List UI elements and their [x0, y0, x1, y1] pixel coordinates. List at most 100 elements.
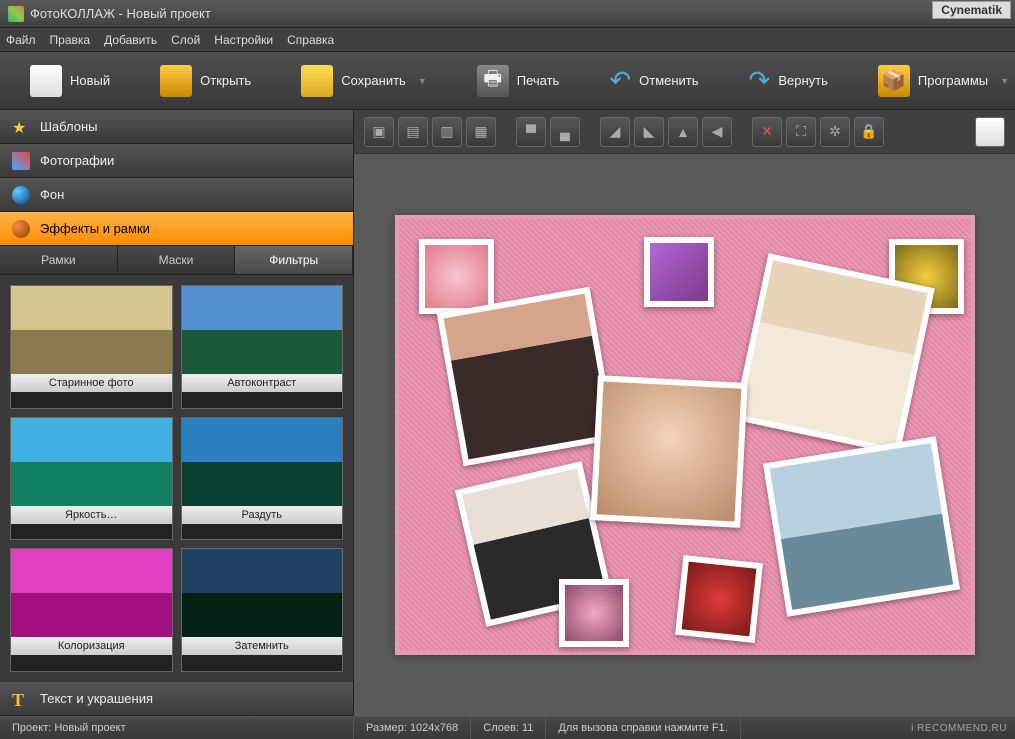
filter-preview — [11, 418, 172, 506]
new-button[interactable]: Новый — [30, 65, 110, 97]
status-size: Размер: 1024x768 — [354, 717, 471, 739]
print-button[interactable]: 🖶 Печать — [477, 65, 560, 97]
folder-open-icon — [160, 65, 192, 97]
layers-label: Слоев: — [483, 722, 519, 734]
filter-colorize[interactable]: Колоризация — [10, 548, 173, 672]
photo-icon — [12, 152, 30, 170]
filter-label: Яркость… — [11, 506, 172, 524]
site-watermark: i RECOMMEND.RU — [903, 723, 1015, 734]
filter-darken[interactable]: Затемнить — [181, 548, 344, 672]
star-icon: ★ — [12, 118, 30, 136]
effect-tabs: Рамки Маски Фильтры — [0, 246, 353, 275]
filter-label: Колоризация — [11, 637, 172, 655]
filter-old-photo[interactable]: Старинное фото — [10, 285, 173, 409]
tab-filters[interactable]: Фильтры — [235, 246, 353, 274]
collage-canvas[interactable] — [395, 215, 975, 655]
align-top-button[interactable]: ▀ — [516, 117, 546, 147]
collage-photo[interactable] — [419, 239, 494, 314]
filter-brightness[interactable]: Яркость… — [10, 417, 173, 541]
background-label: Фон — [40, 187, 64, 202]
tab-masks[interactable]: Маски — [118, 246, 236, 274]
chevron-down-icon: ▼ — [1000, 76, 1009, 86]
blank-button[interactable] — [975, 117, 1005, 147]
sidebar-item-photos[interactable]: Фотографии — [0, 144, 353, 178]
open-label: Открыть — [200, 73, 251, 88]
titlebar: ФотоКОЛЛАЖ - Новый проект Cynematik — [0, 0, 1015, 28]
crop-button[interactable]: ⛶ — [786, 117, 816, 147]
send-backward-button[interactable]: ▥ — [432, 117, 462, 147]
new-file-icon — [30, 65, 62, 97]
programs-button[interactable]: 📦 Программы ▼ — [878, 65, 1009, 97]
menu-layer[interactable]: Слой — [171, 33, 200, 47]
menu-add[interactable]: Добавить — [104, 33, 157, 47]
collage-photo[interactable] — [762, 436, 959, 616]
canvas-viewport[interactable] — [354, 154, 1015, 716]
lock-button[interactable]: 🔒 — [854, 117, 884, 147]
collage-photo[interactable] — [590, 375, 747, 528]
flip-v-button[interactable]: ◀ — [702, 117, 732, 147]
app-icon — [8, 6, 24, 22]
text-icon: T — [12, 690, 30, 708]
layers-value: 11 — [522, 722, 533, 734]
globe-icon — [12, 186, 30, 204]
sidebar: ★ Шаблоны Фотографии Фон Эффекты и рамки… — [0, 110, 354, 716]
filter-preview — [182, 549, 343, 637]
bring-front-button[interactable]: ▣ — [364, 117, 394, 147]
collage-photo[interactable] — [559, 579, 629, 647]
main-toolbar: Новый Открыть Сохранить ▼ 🖶 Печать ↶ Отм… — [0, 52, 1015, 110]
collage-photo[interactable] — [436, 287, 616, 467]
templates-label: Шаблоны — [40, 119, 98, 134]
delete-button[interactable]: ✕ — [752, 117, 782, 147]
save-label: Сохранить — [341, 73, 406, 88]
size-label: Размер: — [366, 722, 407, 734]
programs-label: Программы — [918, 73, 988, 88]
rotate-left-button[interactable]: ◢ — [600, 117, 630, 147]
undo-label: Отменить — [639, 73, 698, 88]
tab-frames[interactable]: Рамки — [0, 246, 118, 274]
menubar: Файл Правка Добавить Слой Настройки Спра… — [0, 28, 1015, 52]
menu-help[interactable]: Справка — [287, 33, 334, 47]
settings-button[interactable]: ✲ — [820, 117, 850, 147]
flip-h-button[interactable]: ▲ — [668, 117, 698, 147]
collage-photo[interactable] — [644, 237, 714, 307]
filter-grid[interactable]: Старинное фото Автоконтраст Яркость… Раз… — [0, 275, 353, 682]
filter-label: Автоконтраст — [182, 374, 343, 392]
statusbar: Проект: Новый проект Размер: 1024x768 Сл… — [0, 716, 1015, 739]
menu-settings[interactable]: Настройки — [214, 33, 273, 47]
filter-inflate[interactable]: Раздуть — [181, 417, 344, 541]
collage-photo[interactable] — [733, 253, 935, 455]
sidebar-item-text[interactable]: T Текст и украшения — [0, 682, 353, 716]
new-label: Новый — [70, 73, 110, 88]
watermark-badge: Cynematik — [932, 1, 1011, 19]
rotate-right-button[interactable]: ◣ — [634, 117, 664, 147]
box-icon: 📦 — [878, 65, 910, 97]
filter-preview — [11, 549, 172, 637]
collage-photo[interactable] — [675, 555, 763, 643]
undo-button[interactable]: ↶ Отменить — [609, 65, 698, 96]
effects-label: Эффекты и рамки — [40, 221, 150, 236]
printer-icon: 🖶 — [477, 65, 509, 97]
redo-button[interactable]: ↷ Вернуть — [749, 65, 828, 96]
photos-label: Фотографии — [40, 153, 114, 168]
filter-label: Раздуть — [182, 506, 343, 524]
save-button[interactable]: Сохранить ▼ — [301, 65, 427, 97]
canvas-area: ▣ ▤ ▥ ▦ ▀ ▄ ◢ ◣ ▲ ◀ ✕ ⛶ ✲ 🔒 — [354, 110, 1015, 716]
open-button[interactable]: Открыть — [160, 65, 251, 97]
sidebar-item-background[interactable]: Фон — [0, 178, 353, 212]
send-back-button[interactable]: ▦ — [466, 117, 496, 147]
filter-preview — [182, 418, 343, 506]
filter-preview — [11, 286, 172, 374]
status-help: Для вызова справки нажмите F1. — [546, 717, 740, 739]
filter-autocontrast[interactable]: Автоконтраст — [181, 285, 344, 409]
align-bottom-button[interactable]: ▄ — [550, 117, 580, 147]
bring-forward-button[interactable]: ▤ — [398, 117, 428, 147]
menu-edit[interactable]: Правка — [50, 33, 91, 47]
sidebar-item-templates[interactable]: ★ Шаблоны — [0, 110, 353, 144]
status-project: Проект: Новый проект — [0, 717, 354, 739]
canvas-toolbar: ▣ ▤ ▥ ▦ ▀ ▄ ◢ ◣ ▲ ◀ ✕ ⛶ ✲ 🔒 — [354, 110, 1015, 154]
undo-arrow-icon: ↶ — [609, 65, 631, 96]
sidebar-item-effects[interactable]: Эффекты и рамки — [0, 212, 353, 246]
menu-file[interactable]: Файл — [6, 33, 36, 47]
save-icon — [301, 65, 333, 97]
chevron-down-icon: ▼ — [418, 76, 427, 86]
